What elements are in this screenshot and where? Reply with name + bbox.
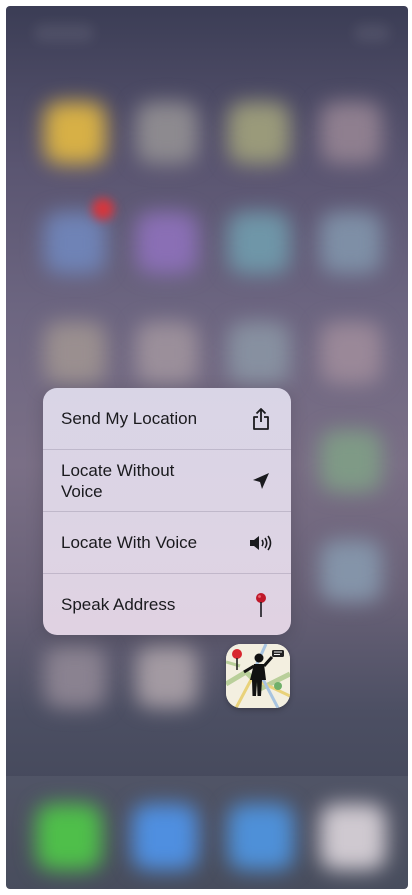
- blurred-app-icon: [44, 102, 106, 164]
- blurred-app-icon: [320, 804, 386, 870]
- blurred-app-icon: [228, 102, 290, 164]
- blurred-app-icon: [136, 322, 198, 384]
- blurred-app-icon: [228, 322, 290, 384]
- blurred-app-icon: [44, 646, 106, 708]
- blurred-app-icon: [136, 212, 198, 274]
- share-icon: [247, 405, 275, 433]
- blurred-safari-app-icon: [132, 804, 198, 870]
- blurred-app-icon: [44, 322, 106, 384]
- walking-person-map-app-icon[interactable]: [226, 644, 290, 708]
- blurred-messages-app-icon: [228, 804, 294, 870]
- menu-item-label: Speak Address: [61, 595, 176, 614]
- speaker-icon: [247, 529, 275, 557]
- blurred-app-icon: [136, 102, 198, 164]
- menu-item-label: Send My Location: [61, 409, 198, 428]
- blurred-app-icon: [320, 540, 382, 602]
- blurred-app-icon: [44, 212, 106, 274]
- blurred-app-icon: [320, 322, 382, 384]
- blurred-app-icon: [320, 430, 382, 492]
- quick-actions-menu: Send My Location Locate Without Voice Lo…: [43, 388, 291, 635]
- send-my-location-button[interactable]: Send My Location: [43, 388, 291, 449]
- menu-item-label: Locate With Voice: [61, 533, 198, 552]
- blurred-phone-app-icon: [36, 804, 102, 870]
- location-arrow-icon: [247, 467, 275, 495]
- blurred-app-icon: [320, 212, 382, 274]
- status-bar-right-blur: [354, 24, 390, 42]
- app-icon-artwork: [226, 644, 290, 708]
- menu-item-label: Locate Without Voice: [61, 460, 175, 501]
- blurred-app-icon: [320, 102, 382, 164]
- blurred-app-icon: [228, 212, 290, 274]
- pin-icon: [247, 591, 275, 619]
- locate-without-voice-button[interactable]: Locate Without Voice: [43, 450, 291, 511]
- locate-with-voice-button[interactable]: Locate With Voice: [43, 512, 291, 573]
- blurred-notification-badge: [92, 198, 114, 220]
- blurred-app-icon: [136, 646, 198, 708]
- status-bar-left-blur: [34, 24, 94, 42]
- speak-address-button[interactable]: Speak Address: [43, 574, 291, 635]
